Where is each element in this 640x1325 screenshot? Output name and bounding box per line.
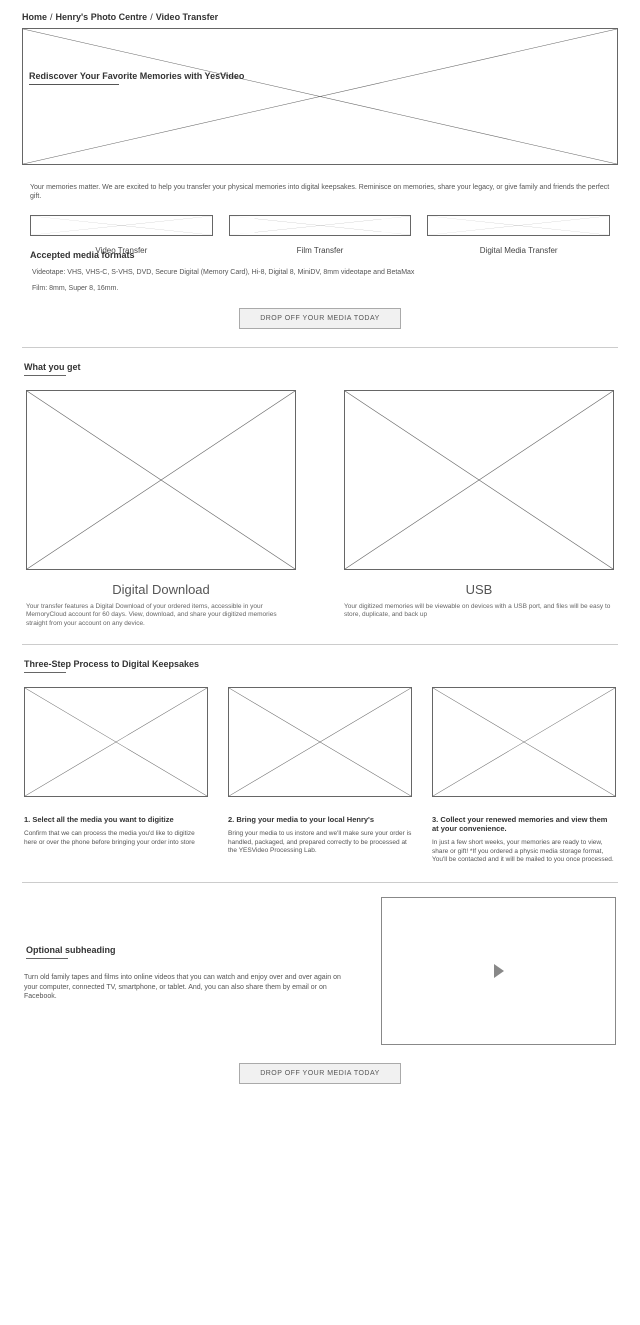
step-title: 2. Bring your media to your local Henry'…	[228, 815, 412, 824]
image-placeholder	[228, 687, 412, 797]
service-film[interactable]: Film Transfer	[229, 215, 412, 236]
what-you-get-row: Digital Download Your transfer features …	[22, 390, 618, 628]
video-placeholder[interactable]	[381, 897, 616, 1045]
step-desc: In just a few short weeks, your memories…	[432, 839, 616, 864]
services-row: Video Transfer Film Transfer Digital Med…	[22, 215, 618, 236]
divider	[22, 644, 618, 645]
step-title: 1. Select all the media you want to digi…	[24, 815, 208, 824]
breadcrumb: Home/Henry's Photo Centre/Video Transfer	[22, 12, 618, 22]
service-digital[interactable]: Digital Media Transfer	[427, 215, 610, 236]
accepted-film: Film: 8mm, Super 8, 16mm.	[32, 284, 608, 294]
process-heading: Three-Step Process to Digital Keepsakes	[22, 659, 618, 673]
step-title: 3. Collect your renewed memories and vie…	[432, 815, 616, 833]
crumb-home[interactable]: Home	[22, 12, 47, 22]
divider	[22, 882, 618, 883]
wyg-title: USB	[344, 582, 614, 597]
optional-desc: Turn old family tapes and films into onl…	[24, 973, 351, 1002]
step-desc: Bring your media to us instore and we'll…	[228, 830, 412, 855]
step-3: 3. Collect your renewed memories and vie…	[432, 687, 616, 864]
intro-text: Your memories matter. We are excited to …	[30, 183, 610, 201]
play-icon	[494, 964, 504, 978]
image-placeholder	[26, 390, 296, 570]
service-video[interactable]: Video Transfer	[30, 215, 213, 236]
step-1: 1. Select all the media you want to digi…	[24, 687, 208, 864]
image-placeholder	[24, 687, 208, 797]
hero-banner: Rediscover Your Favorite Memories with Y…	[22, 28, 618, 165]
service-title: Digital Media Transfer	[427, 246, 610, 255]
image-placeholder	[30, 215, 213, 236]
what-you-get-heading: What you get	[22, 362, 618, 376]
process-steps: 1. Select all the media you want to digi…	[22, 687, 618, 864]
image-placeholder	[432, 687, 616, 797]
step-2: 2. Bring your media to your local Henry'…	[228, 687, 412, 864]
accepted-videotape: Videotape: VHS, VHS-C, S-VHS, DVD, Secur…	[32, 268, 608, 278]
crumb-page: Video Transfer	[156, 12, 218, 22]
cta-button-bottom[interactable]: DROP OFF YOUR MEDIA TODAY	[239, 1063, 401, 1084]
optional-heading: Optional subheading	[24, 945, 351, 959]
image-placeholder	[229, 215, 412, 236]
step-desc: Confirm that we can process the media yo…	[24, 830, 208, 847]
wyg-title: Digital Download	[26, 582, 296, 597]
service-title: Film Transfer	[229, 246, 412, 255]
divider	[22, 347, 618, 348]
cta-button[interactable]: DROP OFF YOUR MEDIA TODAY	[239, 308, 401, 329]
wyg-usb: USB Your digitized memories will be view…	[344, 390, 614, 628]
wyg-desc: Your transfer features a Digital Downloa…	[26, 603, 296, 628]
image-placeholder	[427, 215, 610, 236]
optional-section: Optional subheading Turn old family tape…	[24, 897, 616, 1045]
wyg-digital-download: Digital Download Your transfer features …	[26, 390, 296, 628]
wyg-desc: Your digitized memories will be viewable…	[344, 603, 614, 620]
image-placeholder	[344, 390, 614, 570]
hero-title: Rediscover Your Favorite Memories with Y…	[29, 71, 244, 85]
crumb-center[interactable]: Henry's Photo Centre	[56, 12, 148, 22]
